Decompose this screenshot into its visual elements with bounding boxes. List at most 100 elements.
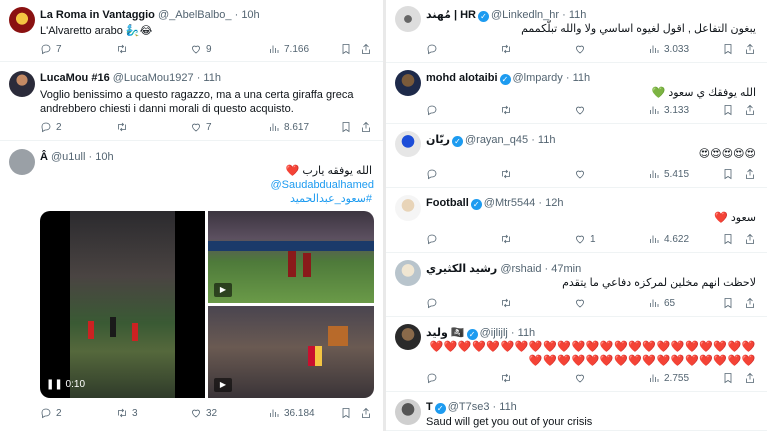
like-button[interactable]: 32 xyxy=(190,407,217,419)
share-button[interactable] xyxy=(360,43,372,55)
avatar[interactable] xyxy=(395,131,421,157)
timestamp[interactable]: · 10h xyxy=(235,9,260,21)
author-handle[interactable]: @Mtr5544 xyxy=(484,197,536,209)
play-icon[interactable]: ▶ xyxy=(214,283,232,297)
like-button[interactable] xyxy=(574,43,590,55)
avatar[interactable] xyxy=(395,260,421,286)
reply-button[interactable] xyxy=(426,104,442,116)
share-button[interactable] xyxy=(360,407,372,419)
author-name[interactable]: T xyxy=(426,401,433,413)
retweet-button[interactable] xyxy=(500,297,516,309)
retweet-button[interactable] xyxy=(500,372,516,384)
avatar[interactable] xyxy=(395,6,421,32)
bookmark-button[interactable] xyxy=(340,407,352,419)
tweet[interactable]: وليد 🏴‍☠️ ✓ @ijlijlj · 11h ❤️❤️❤️❤️❤️❤️❤️❤️… xyxy=(386,318,767,392)
tweet[interactable]: La Roma in Vantaggio @_AbelBalbo_ · 10h … xyxy=(0,0,383,62)
timestamp[interactable]: · 12h xyxy=(538,197,563,209)
timestamp[interactable]: · 10h xyxy=(89,151,114,163)
media-image[interactable]: ▶ xyxy=(208,306,374,398)
views-button[interactable]: 36.184 xyxy=(268,407,315,419)
author-name[interactable]: وليد 🏴‍☠️ xyxy=(426,327,465,339)
reply-button[interactable]: 7 xyxy=(40,43,62,55)
views-button[interactable]: 5.415 xyxy=(648,168,689,180)
like-button[interactable]: 1 xyxy=(574,233,596,245)
tweet[interactable]: mohd alotaibi ✓ @lmpardy · 11h الله يوفقك ي… xyxy=(386,64,767,124)
like-button[interactable] xyxy=(574,104,590,116)
author-name[interactable]: ريّان xyxy=(426,134,450,146)
timestamp[interactable]: · 11h xyxy=(562,9,586,21)
timestamp[interactable]: · 11h xyxy=(197,72,221,84)
share-button[interactable] xyxy=(744,297,756,309)
share-button[interactable] xyxy=(744,43,756,55)
author-name[interactable]: LucaMou #16 xyxy=(40,72,110,84)
timestamp[interactable]: · 47min xyxy=(545,263,582,275)
tweet[interactable]: ريّان ✓ @rayan_q45 · 11h 😍😍😍😍😍 5.415 xyxy=(386,125,767,188)
retweet-button[interactable] xyxy=(116,121,132,133)
bookmark-button[interactable] xyxy=(722,43,734,55)
tweet[interactable]: T ✓ @T7se3 · 11h Saud will get you out of y… xyxy=(386,393,767,431)
views-button[interactable]: 4.622 xyxy=(648,233,689,245)
timestamp[interactable]: · 11h xyxy=(531,134,555,146)
reply-button[interactable] xyxy=(426,233,442,245)
author-name[interactable]: مُهند | HR xyxy=(426,9,476,21)
author-name[interactable]: رشيد الكثيري xyxy=(426,263,497,275)
author-handle[interactable]: @rshaid xyxy=(500,263,541,275)
avatar[interactable] xyxy=(9,149,35,175)
views-button[interactable]: 7.166 xyxy=(268,43,309,55)
author-name[interactable]: mohd alotaibi xyxy=(426,72,498,84)
reply-button[interactable] xyxy=(426,372,442,384)
pause-icon[interactable]: ❚❚ xyxy=(46,379,63,390)
avatar[interactable] xyxy=(395,399,421,425)
media-image[interactable]: ▶ xyxy=(208,211,374,303)
like-button[interactable] xyxy=(574,372,590,384)
avatar[interactable] xyxy=(395,195,421,221)
tweet[interactable]: مُهند | HR ✓ @Linkedln_hr · 11h يبغون التفا… xyxy=(386,0,767,63)
video-player[interactable]: ❚❚ 0:10 xyxy=(40,211,205,398)
bookmark-button[interactable] xyxy=(340,43,352,55)
retweet-button[interactable]: 3 xyxy=(116,407,138,419)
author-handle[interactable]: @u1ull xyxy=(51,151,85,163)
bookmark-button[interactable] xyxy=(722,168,734,180)
author-handle[interactable]: @_AbelBalbo_ xyxy=(158,9,232,21)
author-name[interactable]: Football xyxy=(426,197,469,209)
views-button[interactable]: 65 xyxy=(648,297,675,309)
avatar[interactable] xyxy=(395,70,421,96)
avatar[interactable] xyxy=(9,7,35,33)
tweet[interactable]: رشيد الكثيري @rshaid · 47min لاحظت انهم م… xyxy=(386,254,767,317)
avatar[interactable] xyxy=(395,324,421,350)
author-name[interactable]: La Roma in Vantaggio xyxy=(40,9,155,21)
bookmark-button[interactable] xyxy=(722,297,734,309)
like-button[interactable] xyxy=(574,168,590,180)
reply-button[interactable]: 2 xyxy=(40,121,62,133)
retweet-button[interactable] xyxy=(500,233,516,245)
share-button[interactable] xyxy=(360,121,372,133)
author-handle[interactable]: @ijlijlj xyxy=(480,327,508,339)
timestamp[interactable]: · 11h xyxy=(493,401,517,413)
like-button[interactable]: 9 xyxy=(190,43,212,55)
views-button[interactable]: 2.755 xyxy=(648,372,689,384)
bookmark-button[interactable] xyxy=(722,104,734,116)
tweet[interactable]: Â @u1ull · 10h الله يوفقه يارب ❤️ @Sauda… xyxy=(0,142,383,431)
bookmark-button[interactable] xyxy=(722,233,734,245)
timestamp[interactable]: · 11h xyxy=(511,327,535,339)
mention-link[interactable]: @Saudabdualhamed xyxy=(270,178,374,192)
retweet-button[interactable] xyxy=(500,43,516,55)
author-handle[interactable]: @Linkedln_hr xyxy=(491,9,559,21)
share-button[interactable] xyxy=(744,104,756,116)
views-button[interactable]: 3.133 xyxy=(648,104,689,116)
tweet[interactable]: LucaMou #16 @LucaMou1927 · 11h Voglio be… xyxy=(0,63,383,141)
hashtag-link[interactable]: #سعود_عبدالحميد xyxy=(40,192,372,206)
views-button[interactable]: 3.033 xyxy=(648,43,689,55)
reply-button[interactable]: 2 xyxy=(40,407,62,419)
reply-button[interactable] xyxy=(426,43,442,55)
retweet-button[interactable] xyxy=(500,168,516,180)
like-button[interactable] xyxy=(574,297,590,309)
tweet[interactable]: Football ✓ @Mtr5544 · 12h سعود ❤️ 1 4.622 xyxy=(386,189,767,253)
bookmark-button[interactable] xyxy=(340,121,352,133)
reply-button[interactable] xyxy=(426,168,442,180)
share-button[interactable] xyxy=(744,233,756,245)
retweet-button[interactable] xyxy=(500,104,516,116)
timestamp[interactable]: · 11h xyxy=(566,72,590,84)
author-handle[interactable]: @rayan_q45 xyxy=(465,134,528,146)
share-button[interactable] xyxy=(744,168,756,180)
